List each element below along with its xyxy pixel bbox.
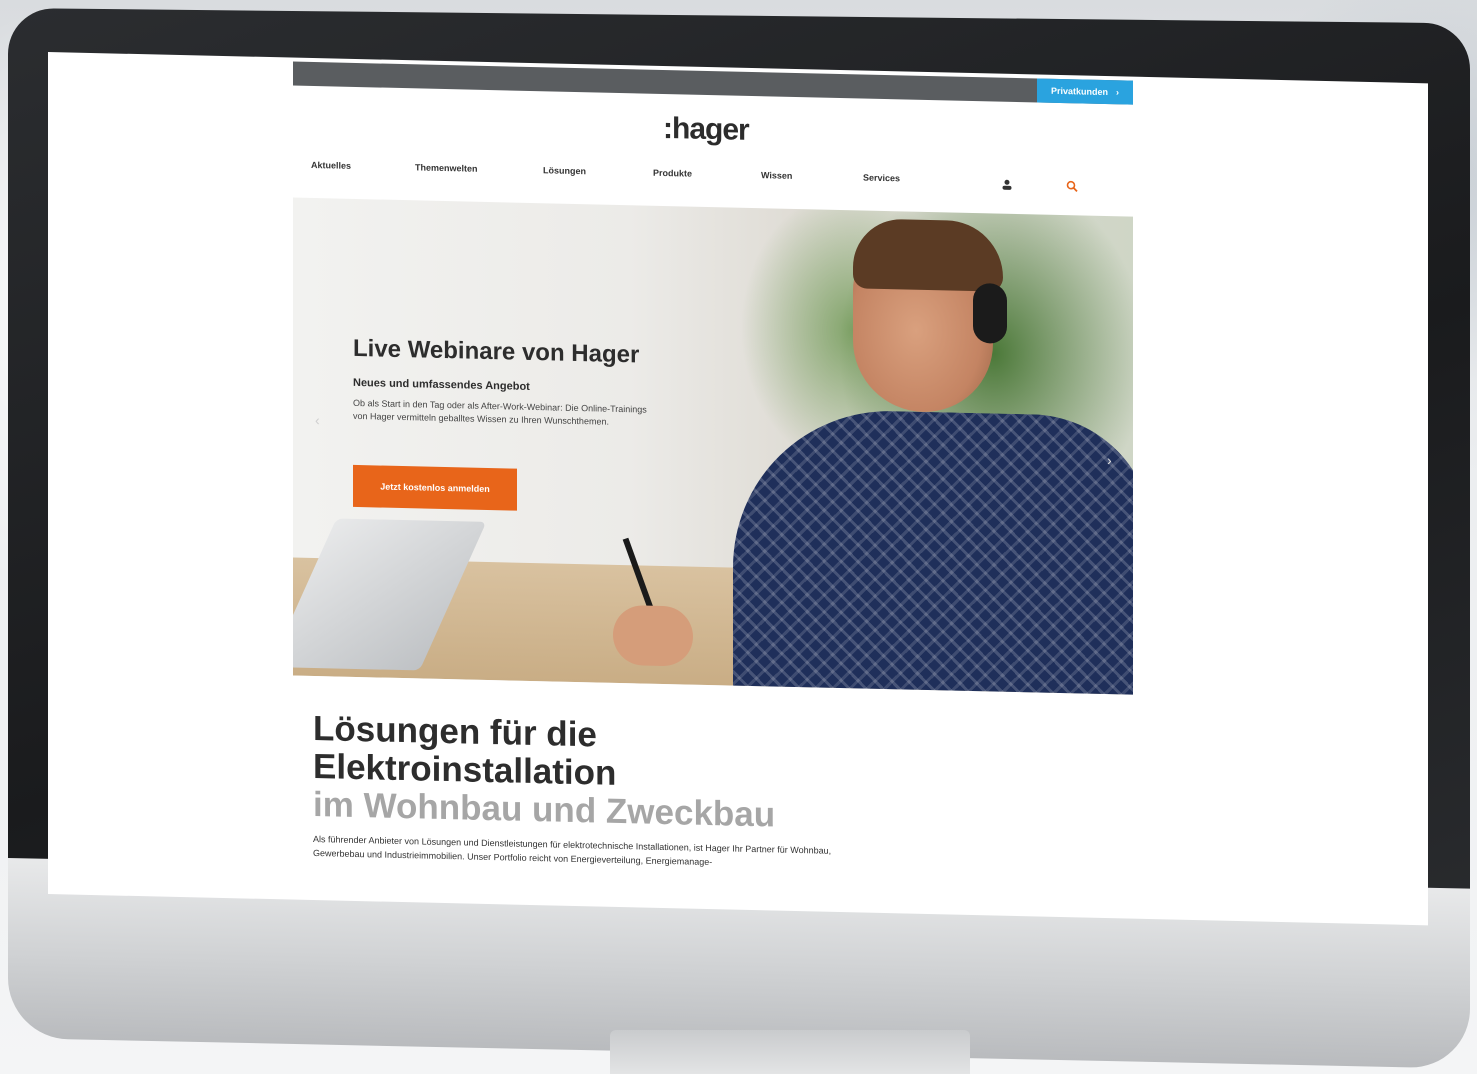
nav-item-wissen[interactable]: Wissen: [761, 170, 792, 181]
chevron-right-icon: ›: [1116, 87, 1119, 98]
web-page: Privatkunden › :hager Aktuelles Themenwe…: [293, 58, 1133, 919]
hager-logo[interactable]: :hager: [663, 112, 749, 148]
nav-item-themenwelten[interactable]: Themenwelten: [415, 162, 478, 173]
monitor-screen: Privatkunden › :hager Aktuelles Themenwe…: [48, 52, 1428, 926]
privatkunden-label: Privatkunden: [1050, 85, 1108, 98]
carousel-prev-icon[interactable]: ‹: [315, 412, 320, 428]
user-icon[interactable]: [1001, 178, 1013, 190]
hero-title: Live Webinare von Hager: [353, 334, 640, 369]
headphones-image: [973, 282, 1007, 344]
hero-description: Ob als Start in den Tag oder als After-W…: [353, 397, 647, 427]
search-icon[interactable]: [1066, 179, 1078, 192]
hand-image: [613, 604, 693, 667]
section-body: Als führender Anbieter von Lösungen und …: [313, 834, 832, 868]
nav-item-loesungen[interactable]: Lösungen: [543, 165, 586, 176]
section-heading: Lösungen für die Elektroinstallation: [313, 709, 617, 793]
monitor-stand: [610, 1030, 970, 1074]
privatkunden-button[interactable]: Privatkunden ›: [1037, 78, 1133, 105]
register-button[interactable]: Jetzt kostenlos anmelden: [353, 464, 517, 511]
hero-text-block: Live Webinare von Hager Neues und umfass…: [353, 335, 673, 430]
nav-item-aktuelles[interactable]: Aktuelles: [311, 160, 351, 171]
hero-banner: ‹ › Live Webinare von Hager Neues und um…: [293, 197, 1133, 695]
hero-subtitle: Neues und umfassendes Angebot: [353, 376, 530, 393]
nav-item-services[interactable]: Services: [863, 172, 900, 183]
intro-section: Lösungen für die Elektroinstallation im …: [313, 709, 873, 873]
person-hair-image: [853, 218, 1003, 292]
main-nav: Aktuelles Themenwelten Lösungen Produkte…: [311, 160, 1121, 198]
nav-item-produkte[interactable]: Produkte: [653, 168, 692, 179]
carousel-next-icon[interactable]: ›: [1107, 452, 1112, 468]
person-shirt-image: [733, 407, 1133, 695]
